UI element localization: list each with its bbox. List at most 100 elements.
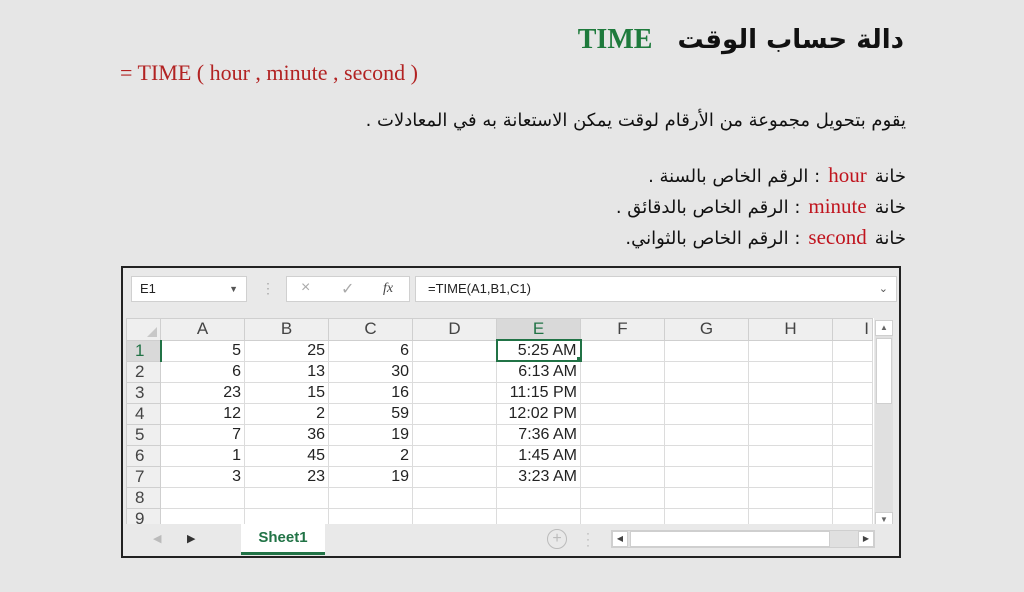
column-header-e[interactable]: E <box>496 318 581 341</box>
select-all-button[interactable] <box>126 318 161 341</box>
scroll-left-icon[interactable]: ◀ <box>612 531 628 547</box>
cell-g1[interactable] <box>664 339 749 362</box>
cell-i9[interactable] <box>832 507 873 525</box>
cell-a4[interactable]: 12 <box>160 402 245 425</box>
cell-g6[interactable] <box>664 444 749 467</box>
column-header-d[interactable]: D <box>412 318 497 341</box>
cell-d6[interactable] <box>412 444 497 467</box>
cell-f5[interactable] <box>580 423 665 446</box>
cell-h3[interactable] <box>748 381 833 404</box>
row-header[interactable]: 6 <box>126 444 161 467</box>
column-header-i[interactable]: I <box>832 318 873 341</box>
column-header-a[interactable]: A <box>160 318 245 341</box>
column-header-b[interactable]: B <box>244 318 329 341</box>
cell-b9[interactable] <box>244 507 329 525</box>
cell-b1[interactable]: 25 <box>244 339 329 362</box>
column-header-h[interactable]: H <box>748 318 833 341</box>
next-sheet-icon[interactable]: ▶ <box>187 532 195 545</box>
cell-a5[interactable]: 7 <box>160 423 245 446</box>
row-header[interactable]: 1 <box>126 339 162 362</box>
check-icon[interactable]: ✓ <box>341 279 354 299</box>
cell-i3[interactable] <box>832 381 873 404</box>
cell-d4[interactable] <box>412 402 497 425</box>
cell-c8[interactable] <box>328 486 413 509</box>
cell-g7[interactable] <box>664 465 749 488</box>
cell-i6[interactable] <box>832 444 873 467</box>
cell-a9[interactable] <box>160 507 245 525</box>
row-header[interactable]: 7 <box>126 465 161 488</box>
cell-g4[interactable] <box>664 402 749 425</box>
cell-e9[interactable] <box>496 507 581 525</box>
cell-f2[interactable] <box>580 360 665 383</box>
cell-b6[interactable]: 45 <box>244 444 329 467</box>
cell-b2[interactable]: 13 <box>244 360 329 383</box>
cell-c4[interactable]: 59 <box>328 402 413 425</box>
cell-a1[interactable]: 5 <box>160 339 245 362</box>
column-header-c[interactable]: C <box>328 318 413 341</box>
cell-i5[interactable] <box>832 423 873 446</box>
scroll-up-icon[interactable]: ▲ <box>875 320 893 336</box>
row-header[interactable]: 5 <box>126 423 161 446</box>
cell-b4[interactable]: 2 <box>244 402 329 425</box>
chevron-down-icon[interactable]: ▼ <box>229 277 238 301</box>
cell-h1[interactable] <box>748 339 833 362</box>
cell-f9[interactable] <box>580 507 665 525</box>
cell-d5[interactable] <box>412 423 497 446</box>
cell-c1[interactable]: 6 <box>328 339 413 362</box>
cell-c2[interactable]: 30 <box>328 360 413 383</box>
cell-g3[interactable] <box>664 381 749 404</box>
cell-f6[interactable] <box>580 444 665 467</box>
cell-g9[interactable] <box>664 507 749 525</box>
cell-e6[interactable]: 1:45 AM <box>496 444 581 467</box>
row-header[interactable]: 2 <box>126 360 161 383</box>
cell-a2[interactable]: 6 <box>160 360 245 383</box>
cell-f4[interactable] <box>580 402 665 425</box>
cancel-icon[interactable]: × <box>301 279 310 297</box>
insert-function-icon[interactable]: fx <box>383 281 393 297</box>
cell-d8[interactable] <box>412 486 497 509</box>
cell-h2[interactable] <box>748 360 833 383</box>
sheet-tab-sheet1[interactable]: Sheet1 <box>241 524 325 555</box>
cell-i8[interactable] <box>832 486 873 509</box>
cell-i1[interactable] <box>832 339 873 362</box>
cell-f7[interactable] <box>580 465 665 488</box>
scroll-right-icon[interactable]: ▶ <box>858 531 874 547</box>
cell-f3[interactable] <box>580 381 665 404</box>
row-header[interactable]: 9 <box>126 507 161 525</box>
cell-h9[interactable] <box>748 507 833 525</box>
cell-g5[interactable] <box>664 423 749 446</box>
column-header-g[interactable]: G <box>664 318 749 341</box>
cell-e5[interactable]: 7:36 AM <box>496 423 581 446</box>
cell-f8[interactable] <box>580 486 665 509</box>
cell-g8[interactable] <box>664 486 749 509</box>
cell-d1[interactable] <box>412 339 497 362</box>
cell-e2[interactable]: 6:13 AM <box>496 360 581 383</box>
horizontal-scrollbar[interactable]: ◀ ▶ <box>611 530 875 548</box>
cell-c5[interactable]: 19 <box>328 423 413 446</box>
name-box[interactable]: E1 ▼ <box>131 276 247 302</box>
formula-input[interactable]: =TIME(A1,B1,C1) ⌄ <box>415 276 897 302</box>
cell-c6[interactable]: 2 <box>328 444 413 467</box>
cell-f1[interactable] <box>580 339 665 362</box>
cell-e8[interactable] <box>496 486 581 509</box>
row-header[interactable]: 8 <box>126 486 161 509</box>
cell-b8[interactable] <box>244 486 329 509</box>
cell-a8[interactable] <box>160 486 245 509</box>
cell-e1[interactable]: 5:25 AM <box>495 339 582 362</box>
cell-i4[interactable] <box>832 402 873 425</box>
horizontal-scroll-thumb[interactable] <box>630 531 830 547</box>
cell-a6[interactable]: 1 <box>160 444 245 467</box>
cell-c3[interactable]: 16 <box>328 381 413 404</box>
previous-sheet-icon[interactable]: ◀ <box>153 532 161 545</box>
cell-i2[interactable] <box>832 360 873 383</box>
cell-e7[interactable]: 3:23 AM <box>496 465 581 488</box>
cell-c9[interactable] <box>328 507 413 525</box>
grip-icon[interactable]: · · · <box>586 527 590 551</box>
vertical-scroll-thumb[interactable] <box>876 338 892 404</box>
cell-h8[interactable] <box>748 486 833 509</box>
cell-d9[interactable] <box>412 507 497 525</box>
add-sheet-icon[interactable]: + <box>547 529 567 549</box>
expand-formula-icon[interactable]: ⌄ <box>879 277 888 301</box>
row-header[interactable]: 4 <box>126 402 161 425</box>
cell-a3[interactable]: 23 <box>160 381 245 404</box>
